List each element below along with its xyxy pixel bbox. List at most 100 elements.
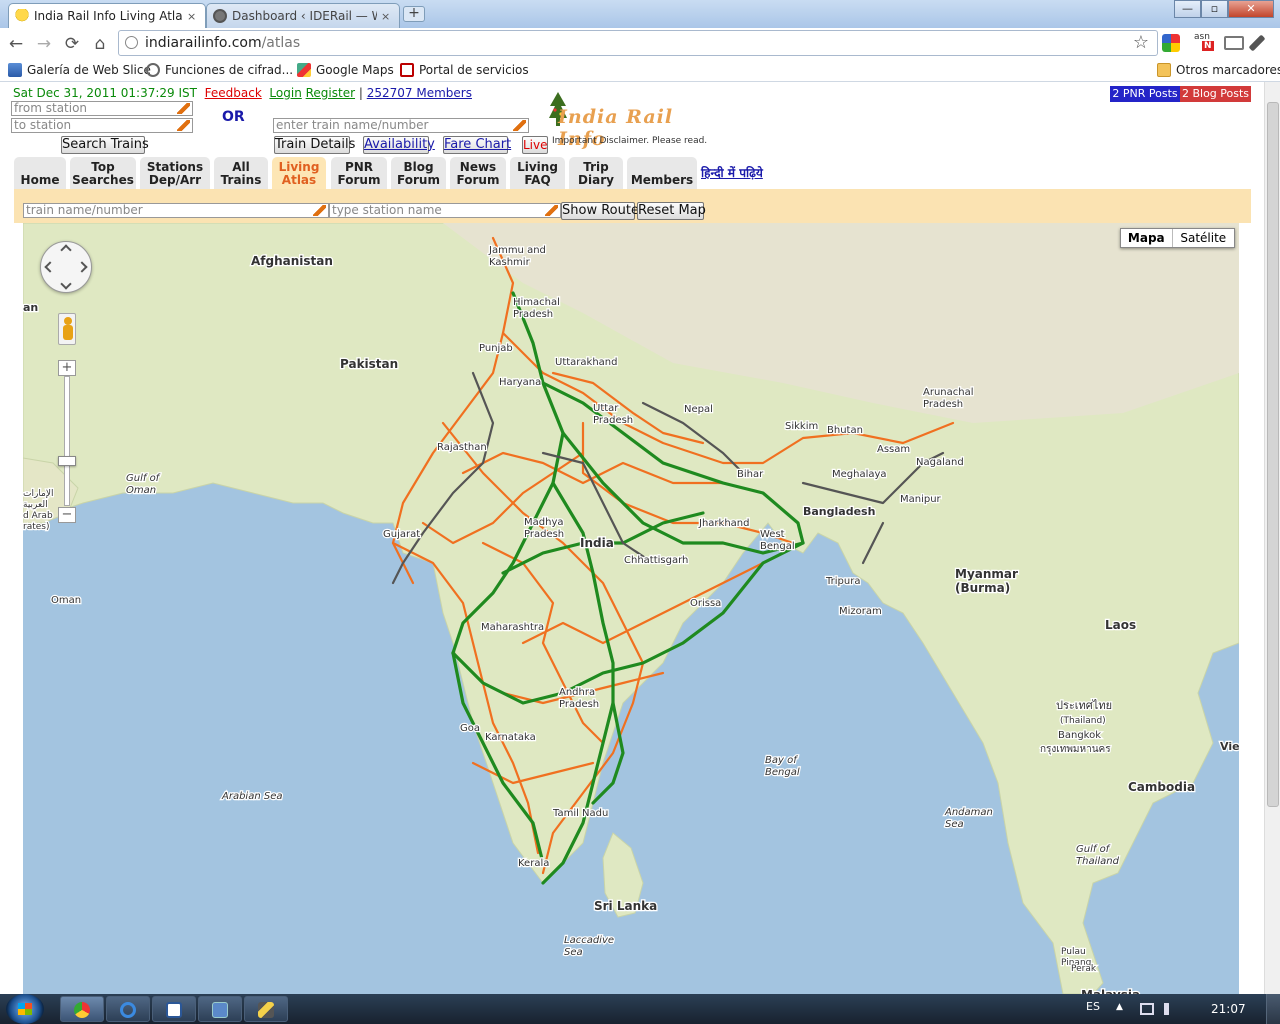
maximize-button[interactable]: ▫ xyxy=(1201,0,1228,18)
map-label: Haryana xyxy=(499,377,541,388)
train-details-button[interactable]: Train Details xyxy=(274,136,355,154)
map-label: Cambodia xyxy=(1128,780,1195,794)
hindi-link[interactable]: हिन्दी में पढ़िये xyxy=(701,164,763,181)
asn-extension-icon[interactable]: asn N xyxy=(1192,32,1216,54)
login-link[interactable]: Login xyxy=(269,86,301,100)
map-label: Laos xyxy=(1105,618,1136,632)
zoom-slider-track[interactable] xyxy=(64,376,70,506)
bookmark-star-icon[interactable]: ☆ xyxy=(1133,32,1149,53)
start-button[interactable] xyxy=(6,994,44,1024)
minimize-button[interactable]: — xyxy=(1174,0,1201,18)
nav-tab-home[interactable]: Home xyxy=(14,157,66,189)
zoom-in-button[interactable]: + xyxy=(58,360,76,376)
pan-left-icon[interactable] xyxy=(44,261,56,273)
windows-logo-icon xyxy=(18,1003,32,1015)
home-button[interactable]: ⌂ xyxy=(88,32,112,56)
map-type-mapa[interactable]: Mapa xyxy=(1121,229,1173,247)
map-canvas[interactable]: Afghanistan Pakistan Nepal Bhutan India Bangl… xyxy=(23,223,1239,994)
map-station-input[interactable]: type station name xyxy=(329,203,561,218)
tab-dashboard[interactable]: Dashboard ‹ IDERail — Wor × xyxy=(206,3,400,28)
nav-tab-living-faq[interactable]: Living FAQ xyxy=(510,157,565,189)
map-label: Meghalaya xyxy=(832,469,887,480)
disclaimer-link[interactable]: Important Disclaimer. Please read. xyxy=(552,136,707,146)
map-label: Goa xyxy=(460,723,480,734)
zoom-out-button[interactable]: − xyxy=(58,507,76,523)
address-bar[interactable]: indiarailinfo.com/atlas ☆ xyxy=(118,30,1158,56)
back-button[interactable]: ← xyxy=(4,32,28,56)
nav-tab-all-trains[interactable]: All Trains xyxy=(214,157,268,189)
map-type-satellite[interactable]: Satélite xyxy=(1173,229,1234,247)
taskbar-word[interactable] xyxy=(152,996,196,1022)
fare-chart-button[interactable]: Fare Chart xyxy=(443,136,511,154)
taskbar-explorer[interactable] xyxy=(198,996,242,1022)
map-label: Jharkhand xyxy=(698,518,749,529)
tab-title: Dashboard ‹ IDERail — Wor xyxy=(232,9,377,23)
taskbar-app[interactable] xyxy=(244,996,288,1022)
availability-button[interactable]: Availability xyxy=(363,136,435,154)
nav-tab-pnr-forum[interactable]: PNR Forum xyxy=(331,157,387,189)
close-tab-icon[interactable]: × xyxy=(187,10,199,23)
pnr-posts-badge[interactable]: 2 PNR Posts xyxy=(1110,86,1180,102)
map-label: an xyxy=(23,301,38,314)
nav-tab-stations-deparr[interactable]: Stations Dep/Arr xyxy=(140,157,210,189)
bookmark-google-maps[interactable]: Google Maps xyxy=(297,63,394,77)
reload-button[interactable]: ⟳ xyxy=(60,32,84,56)
zoom-slider-handle[interactable] xyxy=(58,456,76,466)
blog-posts-badge[interactable]: 2 Blog Posts xyxy=(1180,86,1251,102)
other-bookmarks[interactable]: Otros marcadores xyxy=(1157,63,1280,77)
tray-expand-icon[interactable]: ▲ xyxy=(1116,1002,1123,1012)
nav-tab-top-searches[interactable]: Top Searches xyxy=(70,157,136,189)
new-tab-button[interactable]: + xyxy=(403,6,425,22)
page-scrollbar[interactable] xyxy=(1264,82,1280,994)
nav-tab-living-atlas[interactable]: Living Atlas xyxy=(272,157,326,189)
bookmark-web-slice[interactable]: Galería de Web Slice xyxy=(8,63,151,77)
tab-india-rail-info[interactable]: India Rail Info Living Atlas - × xyxy=(8,3,206,28)
live-button[interactable]: Live xyxy=(522,136,548,154)
show-desktop-button[interactable] xyxy=(1266,994,1280,1024)
pan-right-icon[interactable] xyxy=(76,261,88,273)
map-label: Andhra Pradesh xyxy=(559,687,599,710)
taskbar-chrome[interactable] xyxy=(60,996,104,1022)
nav-tab-trip-diary[interactable]: Trip Diary xyxy=(569,157,623,189)
show-route-button[interactable]: Show Route xyxy=(561,202,639,220)
nav-tab-blog-forum[interactable]: Blog Forum xyxy=(391,157,446,189)
map-label: Vie xyxy=(1220,740,1239,753)
nav-tab-news-forum[interactable]: News Forum xyxy=(450,157,506,189)
network-icon[interactable] xyxy=(1140,1003,1154,1015)
map-label: Nepal xyxy=(684,404,713,415)
feedback-link[interactable]: Feedback xyxy=(205,86,262,100)
close-tab-icon[interactable]: × xyxy=(381,10,393,23)
clock[interactable]: 21:07 xyxy=(1211,1002,1246,1016)
bookmark-portal[interactable]: Portal de servicios xyxy=(400,63,529,77)
map-label: Tamil Nadu xyxy=(552,808,608,819)
scrollbar-thumb[interactable] xyxy=(1267,102,1279,807)
folder-icon xyxy=(212,1002,228,1018)
reset-map-button[interactable]: Reset Map xyxy=(637,202,706,220)
map-label: Mizoram xyxy=(839,606,882,617)
close-window-button[interactable]: ✕ xyxy=(1228,0,1274,18)
rail-map[interactable]: Afghanistan Pakistan Nepal Bhutan India Bangl… xyxy=(23,223,1239,994)
map-label: (Thailand) xyxy=(1060,716,1106,726)
members-link[interactable]: 252707 Members xyxy=(367,86,472,100)
register-link[interactable]: Register xyxy=(306,86,355,100)
mail-icon[interactable] xyxy=(1224,36,1244,50)
volume-icon[interactable] xyxy=(1164,1003,1174,1015)
nav-tab-members[interactable]: Members xyxy=(627,157,697,189)
taskbar-internet-explorer[interactable] xyxy=(106,996,150,1022)
train-number-input[interactable]: enter train name/number xyxy=(273,118,529,133)
pan-up-icon[interactable] xyxy=(60,244,72,256)
to-station-input[interactable]: to station xyxy=(11,118,193,133)
map-train-input[interactable]: train name/number xyxy=(23,203,329,218)
forward-button[interactable]: → xyxy=(32,32,56,56)
pan-control[interactable] xyxy=(40,241,92,293)
map-label: กรุงเทพมหานคร xyxy=(1040,744,1111,755)
bookmark-funciones[interactable]: Funciones de cifrad... xyxy=(146,63,293,77)
pencil-icon xyxy=(313,205,326,216)
site-logo[interactable]: India Rail Info Important Disclaimer. Pl… xyxy=(548,92,723,150)
from-station-input[interactable]: from station xyxy=(11,101,193,116)
language-indicator[interactable]: ES xyxy=(1086,1000,1100,1013)
pan-down-icon[interactable] xyxy=(60,278,72,290)
street-view-pegman-icon[interactable] xyxy=(58,313,76,345)
search-trains-button[interactable]: Search Trains xyxy=(61,136,149,154)
extension-icon[interactable] xyxy=(1162,34,1180,52)
